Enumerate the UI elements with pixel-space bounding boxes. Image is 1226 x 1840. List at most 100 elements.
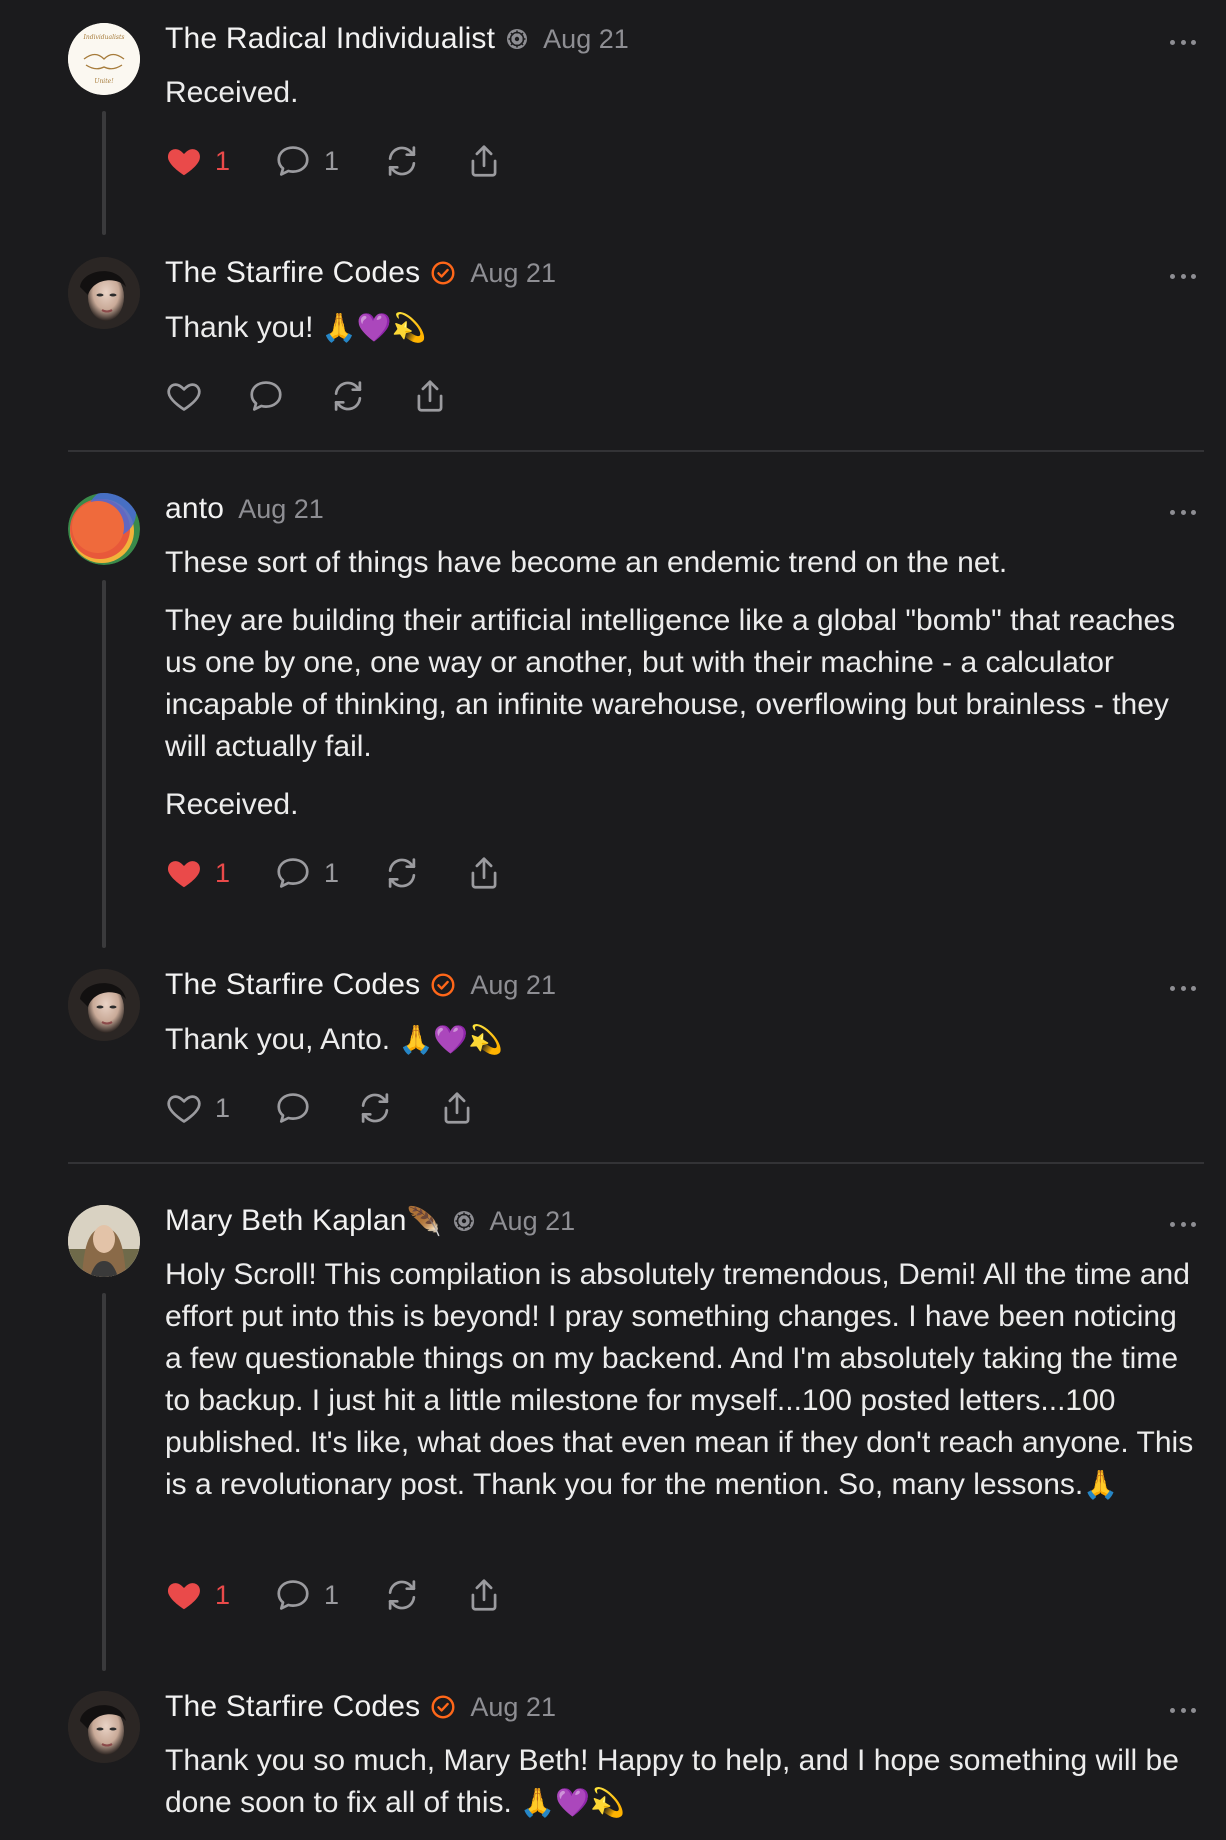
restack-icon [329,377,367,415]
comment-date[interactable]: Aug 21 [490,1206,576,1237]
like-count: 1 [215,857,231,888]
comment-header: Mary Beth Kaplan 🪶 Aug 21 [165,1204,575,1238]
comment-header: anto Aug 21 [165,492,324,526]
reply-button[interactable] [247,377,285,415]
avatar[interactable] [68,1205,140,1277]
reply-button[interactable]: 1 [274,854,339,892]
author-name[interactable]: Mary Beth Kaplan [165,1204,407,1238]
author-name[interactable]: anto [165,492,224,526]
comment-actions: 1 [165,1088,520,1128]
comment-emoji: 🙏💜💫 [398,1023,504,1056]
more-icon[interactable] [1170,510,1196,515]
comment-paragraph: Received. [165,788,299,821]
comment-body: These sort of things have become an ende… [165,542,1196,842]
verified-icon [430,260,456,286]
avatar[interactable] [68,257,140,329]
restack-icon [383,1576,421,1614]
like-button[interactable]: 1 [165,854,230,892]
more-icon[interactable] [1170,274,1196,279]
more-icon[interactable] [1170,1708,1196,1713]
share-button[interactable] [465,854,503,892]
restack-button[interactable] [356,1089,394,1127]
like-button[interactable]: 1 [165,1576,230,1614]
share-icon [465,1576,503,1614]
thread-line [102,111,106,235]
comment-date[interactable]: Aug 21 [470,1692,556,1723]
comment-actions [165,376,493,416]
author-name[interactable]: The Starfire Codes [165,256,420,290]
avatar-image: Individualists Unite! [68,23,140,95]
comment-paragraph: These sort of things have become an ende… [165,546,1008,579]
reply-count: 1 [324,1579,340,1610]
comment-paragraph: They are building their artificial intel… [165,604,1176,763]
share-icon [465,142,503,180]
heart-icon [165,1576,203,1614]
restack-button[interactable] [329,377,367,415]
comment-text: Holy Scroll! This compilation is absolut… [165,1258,1194,1501]
like-count: 1 [215,145,231,176]
share-icon [438,1089,476,1127]
comment-body: Thank you, Anto. 🙏💜💫 [165,1019,1196,1077]
thread-line [102,1293,106,1671]
like-button[interactable] [165,377,203,415]
like-button[interactable]: 1 [165,1089,230,1127]
comment-actions: 1 1 [165,141,547,181]
avatar[interactable] [68,1691,140,1763]
comment-icon [274,1089,312,1127]
author-name[interactable]: The Starfire Codes [165,968,420,1002]
more-icon[interactable] [1170,40,1196,45]
comment-icon [274,142,312,180]
share-button[interactable] [411,377,449,415]
comment-date[interactable]: Aug 21 [543,24,629,55]
share-icon [465,854,503,892]
comment-text: Thank you, Anto. [165,1023,391,1056]
comment-header: The Starfire Codes Aug 21 [165,1690,556,1724]
comment-header: The Starfire Codes Aug 21 [165,968,556,1002]
reply-button[interactable]: 1 [274,142,339,180]
like-count: 1 [215,1579,231,1610]
avatar[interactable] [68,969,140,1041]
avatar-image [68,493,140,565]
share-button[interactable] [438,1089,476,1127]
comment-actions: 1 1 [165,853,547,893]
comment-emoji: 🙏💜💫 [520,1786,625,1819]
heart-icon [165,1089,203,1127]
restack-button[interactable] [383,142,421,180]
avatar-text-bottom: Unite! [94,78,114,85]
comment-body: Thank you! 🙏💜💫 [165,307,1196,365]
like-button[interactable]: 1 [165,142,230,180]
comment-body: Thank you so much, Mary Beth! Happy to h… [165,1740,1196,1840]
avatar-image [68,969,140,1041]
avatar[interactable]: Individualists Unite! [68,23,140,95]
heart-icon [165,854,203,892]
comment-date[interactable]: Aug 21 [470,258,556,289]
comment-emoji: 🙏 [1083,1468,1119,1501]
comment-date[interactable]: Aug 21 [470,970,556,1001]
subscriber-icon [505,27,529,51]
subscriber-icon [452,1209,476,1233]
avatar-image [68,257,140,329]
reply-button[interactable]: 1 [274,1576,339,1614]
restack-icon [356,1089,394,1127]
restack-button[interactable] [383,1576,421,1614]
share-button[interactable] [465,1576,503,1614]
comment-date[interactable]: Aug 21 [238,494,324,525]
restack-icon [383,142,421,180]
avatar[interactable] [68,493,140,565]
comment-header: The Starfire Codes Aug 21 [165,256,556,290]
comment-icon [274,1576,312,1614]
more-icon[interactable] [1170,986,1196,991]
author-name[interactable]: The Starfire Codes [165,1690,420,1724]
heart-icon [165,142,203,180]
reply-button[interactable] [274,1089,312,1127]
share-button[interactable] [465,142,503,180]
comment-text: Thank you so much, Mary Beth! Happy to h… [165,1744,1179,1819]
restack-button[interactable] [383,854,421,892]
verified-icon [430,972,456,998]
comment-icon [274,854,312,892]
heart-icon [165,377,203,415]
comment-emoji: 🙏💜💫 [321,311,427,344]
author-name[interactable]: The Radical Individualist [165,22,495,56]
more-icon[interactable] [1170,1222,1196,1227]
comment-paragraph: Received. [165,76,299,109]
